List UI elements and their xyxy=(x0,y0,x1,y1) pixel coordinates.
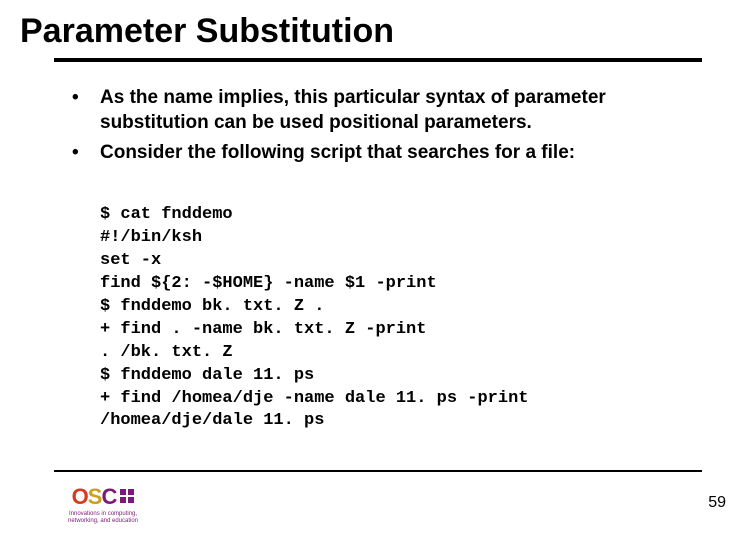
bullet-marker: • xyxy=(72,86,100,135)
slide: Parameter Substitution • As the name imp… xyxy=(0,0,756,540)
logo-tagline-line: Innovations in computing, xyxy=(68,511,138,517)
osc-logo: OSC Innovations in computing, networking… xyxy=(68,484,138,524)
logo-letter-c: C xyxy=(101,484,116,509)
bullet-text: As the name implies, this particular syn… xyxy=(100,86,702,135)
logo-tagline-line: networking, and education xyxy=(68,518,138,524)
code-line: + find /homea/dje -name dale 11. ps -pri… xyxy=(100,389,528,408)
slide-title: Parameter Substitution xyxy=(20,12,394,51)
bullet-item: • As the name implies, this particular s… xyxy=(72,86,702,135)
code-line: . /bk. txt. Z xyxy=(100,343,233,362)
logo-letter-o: O xyxy=(72,484,88,509)
bullet-marker: • xyxy=(72,141,100,166)
code-line: $ cat fnddemo xyxy=(100,205,233,224)
bullet-text: Consider the following script that searc… xyxy=(100,141,702,166)
page-number: 59 xyxy=(708,494,726,512)
code-line: find ${2: -$HOME} -name $1 -print xyxy=(100,274,437,293)
code-line: $ fnddemo dale 11. ps xyxy=(100,366,314,385)
logo-tagline: Innovations in computing, networking, an… xyxy=(68,511,138,524)
code-line: + find . -name bk. txt. Z -print xyxy=(100,320,426,339)
logo-squares-icon xyxy=(120,489,134,505)
code-line: $ fnddemo bk. txt. Z . xyxy=(100,297,324,316)
logo-row: OSC xyxy=(72,484,135,510)
title-underline xyxy=(54,58,702,62)
logo-text: OSC xyxy=(72,484,117,510)
code-line: /homea/dje/dale 11. ps xyxy=(100,411,324,430)
code-block: $ cat fnddemo #!/bin/ksh set -x find ${2… xyxy=(100,204,528,433)
bullet-list: • As the name implies, this particular s… xyxy=(72,86,702,172)
code-line: #!/bin/ksh xyxy=(100,228,202,247)
logo-letter-s: S xyxy=(88,484,102,509)
bullet-item: • Consider the following script that sea… xyxy=(72,141,702,166)
bottom-rule xyxy=(54,470,702,472)
code-line: set -x xyxy=(100,251,161,270)
